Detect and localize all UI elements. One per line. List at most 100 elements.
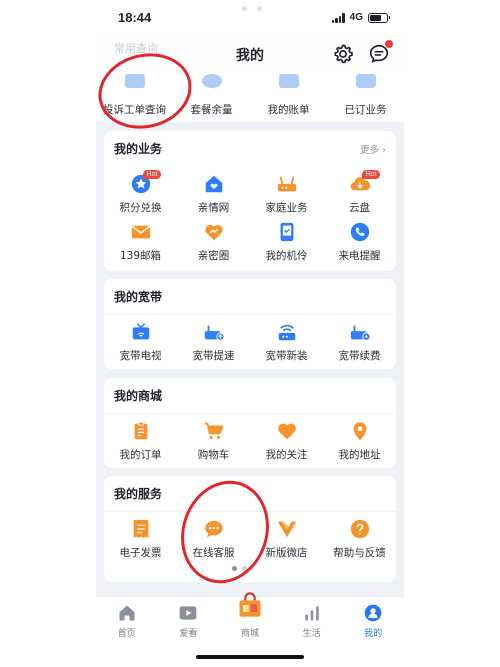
more-label: 更多: [360, 145, 380, 156]
phone-icon: [280, 222, 293, 242]
item-label: 宽带电视: [119, 350, 162, 362]
item-label: 宽带提速: [192, 350, 235, 362]
pie-chart-icon: [201, 74, 222, 88]
quick-label: 投诉工单查询: [103, 104, 166, 116]
tab-label: 首页: [117, 629, 136, 639]
item-home-business[interactable]: 家庭业务: [250, 173, 323, 217]
item-label: 139邮箱: [119, 250, 162, 262]
help-icon: [350, 519, 369, 539]
my-broadband-card: 我的宽带 宽带电视 宽带提速 宽带新装 宽带续费: [104, 279, 396, 369]
section-title: 我的服务: [114, 487, 163, 501]
family-home-icon: [205, 175, 222, 193]
item-label: 云盘: [349, 202, 370, 214]
settings-gear-icon[interactable]: [332, 43, 354, 65]
chat-bubble-icon: [204, 520, 223, 538]
router-icon: [277, 176, 296, 192]
network-label: 4G: [349, 12, 363, 23]
item-help-feedback[interactable]: 帮助与反馈: [323, 518, 396, 562]
item-new-micro-shop[interactable]: 新版微店: [250, 518, 323, 562]
item-label: 积分兑换: [119, 202, 162, 214]
page-indicator: [232, 566, 247, 571]
item-label: 我的关注: [265, 449, 308, 461]
item-online-service[interactable]: 在线客服: [177, 518, 250, 562]
play-icon: [180, 606, 197, 620]
services-grid: 电子发票 在线客服 新版微店 帮助与反馈: [104, 518, 396, 562]
bill-icon: [278, 74, 299, 88]
shopping-bag-icon: [239, 592, 261, 617]
item-call-reminder[interactable]: 来电提醒: [323, 221, 396, 265]
bars-icon: [304, 606, 319, 621]
item-broadband-install[interactable]: 宽带新装: [250, 321, 323, 365]
item-label: 家庭业务: [265, 202, 308, 214]
tab-label: 商城: [240, 629, 259, 639]
tab-mine[interactable]: 我的: [342, 597, 404, 667]
item-family-network[interactable]: 亲情网: [177, 173, 250, 217]
item-139-mail[interactable]: 139邮箱: [104, 221, 177, 265]
quick-plan-balance[interactable]: 套餐余量: [173, 72, 250, 122]
item-label: 新版微店: [265, 547, 308, 559]
shop-logo-icon: [277, 521, 296, 538]
item-label: 在线客服: [192, 547, 235, 559]
home-icon: [119, 605, 135, 621]
item-label: 亲密圈: [197, 250, 230, 262]
home-indicator: [196, 655, 304, 659]
my-services-card: 我的服务 电子发票 在线客服 新版微店 帮助与反馈: [104, 476, 396, 582]
mail-icon: [131, 225, 150, 239]
mall-grid: 我的订单 购物车 我的关注 我的地址: [104, 420, 396, 464]
camera-dots: [242, 6, 262, 11]
status-time: 18:44: [118, 10, 152, 25]
my-mall-card: 我的商城 我的订单 购物车 我的关注 我的地址: [104, 378, 396, 468]
more-link[interactable]: 更多 ›: [360, 142, 386, 156]
item-label: 购物车: [197, 449, 230, 461]
complaint-icon: [124, 74, 145, 88]
item-broadband-renew[interactable]: 宽带续费: [323, 321, 396, 365]
status-right: 4G: [331, 12, 390, 23]
subscription-icon: [355, 74, 376, 88]
invoice-icon: [133, 519, 148, 539]
tab-label: 生活: [302, 629, 321, 639]
order-icon: [134, 421, 147, 440]
section-title: 我的业务: [114, 142, 163, 156]
item-shopping-cart[interactable]: 购物车: [177, 420, 250, 464]
quick-subscriptions[interactable]: 已订业务: [327, 72, 404, 122]
broadband-grid: 宽带电视 宽带提速 宽带新装 宽带续费: [104, 321, 396, 365]
item-my-address[interactable]: 我的地址: [323, 420, 396, 464]
status-bar: 18:44 4G: [96, 0, 404, 36]
quick-my-bill[interactable]: 我的账单: [250, 72, 327, 122]
heart-circle-icon: [204, 224, 223, 241]
modem-renew-icon: [350, 325, 371, 341]
quick-label: 套餐余量: [190, 104, 233, 116]
nav-bar: 常用查询 我的: [96, 36, 404, 72]
location-pin-icon: [353, 422, 366, 441]
wifi-router-icon: [278, 324, 295, 341]
tab-label: 我的: [364, 629, 383, 639]
tab-home[interactable]: 首页: [96, 597, 158, 667]
quick-label: 我的账单: [267, 104, 310, 116]
item-close-circle[interactable]: 亲密圈: [177, 221, 250, 265]
item-label: 电子发票: [119, 547, 162, 559]
item-broadband-speedup[interactable]: 宽带提速: [177, 321, 250, 365]
section-title: 我的商城: [114, 389, 163, 403]
phone-screen: 18:44 4G 常用查询 我的 投诉工单查询 套餐余量 我的账单 已订业务 我…: [96, 0, 404, 667]
profile-icon: [364, 604, 382, 622]
page-title: 我的: [236, 48, 264, 64]
hot-badge: Hot: [142, 170, 162, 179]
item-broadband-tv[interactable]: 宽带电视: [104, 321, 177, 365]
call-icon: [350, 222, 369, 242]
item-my-follows[interactable]: 我的关注: [250, 420, 323, 464]
my-business-card: 我的业务 更多 › Hot 积分兑换 亲情网 家庭业务 Hot 云盘 139邮箱…: [104, 131, 396, 271]
unread-dot: [385, 40, 393, 48]
cart-icon: [204, 422, 223, 439]
quick-complaint-query[interactable]: 投诉工单查询: [96, 72, 173, 122]
page-dot: [242, 566, 247, 571]
item-e-invoice[interactable]: 电子发票: [104, 518, 177, 562]
tv-icon: [132, 323, 149, 340]
item-cloud-drive[interactable]: Hot 云盘: [323, 170, 396, 217]
item-points-exchange[interactable]: Hot 积分兑换: [104, 170, 177, 217]
signal-icon: [331, 12, 345, 23]
item-my-phone[interactable]: 我的机伶: [250, 221, 323, 265]
section-title: 我的宽带: [114, 290, 163, 304]
heart-icon: [277, 423, 296, 440]
item-label: 我的订单: [119, 449, 162, 461]
item-my-orders[interactable]: 我的订单: [104, 420, 177, 464]
